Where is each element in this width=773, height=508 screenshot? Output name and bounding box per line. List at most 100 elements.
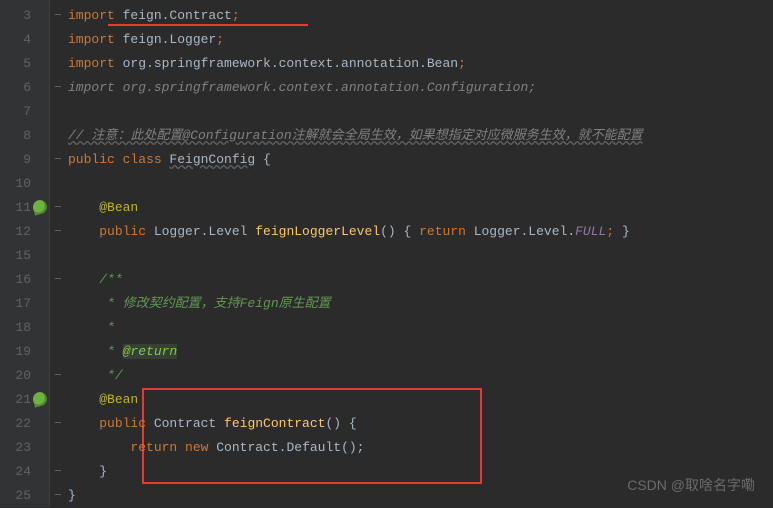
fold-indicator[interactable] — [54, 28, 68, 52]
code-token — [68, 368, 107, 383]
code-area[interactable]: −import feign.Contract; import feign.Log… — [50, 0, 773, 507]
code-line[interactable]: − public Contract feignContract() { — [54, 412, 773, 436]
fold-indicator[interactable] — [54, 52, 68, 76]
code-line[interactable]: −import feign.Contract; — [54, 4, 773, 28]
code-token: ; — [458, 56, 466, 71]
line-number: 25 — [0, 484, 49, 508]
code-token: FULL — [575, 224, 606, 239]
code-line[interactable]: − /** — [54, 268, 773, 292]
code-line[interactable]: − */ — [54, 364, 773, 388]
line-number: 7 — [0, 100, 49, 124]
code-line[interactable]: @Bean — [54, 388, 773, 412]
code-line[interactable]: − @Bean — [54, 196, 773, 220]
code-token — [68, 344, 107, 359]
code-token — [68, 464, 99, 479]
line-number: 6 — [0, 76, 49, 100]
code-line[interactable] — [54, 100, 773, 124]
code-line[interactable]: −import org.springframework.context.anno… — [54, 76, 773, 100]
code-token: Contract.Default(); — [216, 440, 364, 455]
fold-indicator[interactable]: − — [54, 484, 68, 508]
line-number: 20 — [0, 364, 49, 388]
line-number: 3 — [0, 4, 49, 28]
code-line[interactable]: import feign.Logger; — [54, 28, 773, 52]
code-token: FeignConfig — [169, 152, 255, 167]
line-number: 16 — [0, 268, 49, 292]
code-line[interactable] — [54, 244, 773, 268]
code-token — [68, 200, 99, 215]
code-token: public class — [68, 152, 169, 167]
line-number: 9 — [0, 148, 49, 172]
fold-indicator[interactable] — [54, 172, 68, 196]
code-token: * — [107, 320, 115, 335]
code-line[interactable]: * — [54, 316, 773, 340]
line-number: 23 — [0, 436, 49, 460]
code-line[interactable]: // 注意：此处配置@Configuration注解就会全局生效，如果想指定对应… — [54, 124, 773, 148]
code-line[interactable]: import org.springframework.context.annot… — [54, 52, 773, 76]
fold-indicator[interactable]: − — [54, 460, 68, 484]
code-token: import — [68, 56, 123, 71]
fold-indicator[interactable] — [54, 292, 68, 316]
code-token: import org.springframework.context.annot… — [68, 80, 536, 95]
fold-indicator[interactable]: − — [54, 268, 68, 292]
code-token: public — [99, 224, 154, 239]
line-number: 15 — [0, 244, 49, 268]
code-token: { — [255, 152, 271, 167]
line-number: 18 — [0, 316, 49, 340]
code-token: Contract — [154, 416, 224, 431]
code-token: /** — [99, 272, 122, 287]
fold-indicator[interactable]: − — [54, 148, 68, 172]
code-line[interactable]: return new Contract.Default(); — [54, 436, 773, 460]
line-number: 8 — [0, 124, 49, 148]
code-token: // 注意：此处配置@Configuration注解就会全局生效，如果想指定对应… — [68, 128, 643, 143]
code-token: org.springframework.context.annotation.B… — [123, 56, 458, 71]
fold-indicator[interactable] — [54, 388, 68, 412]
code-token — [68, 416, 99, 431]
fold-indicator[interactable]: − — [54, 364, 68, 388]
watermark: CSDN @取啥名字嘞 — [627, 475, 755, 495]
fold-indicator[interactable] — [54, 100, 68, 124]
fold-indicator[interactable]: − — [54, 220, 68, 244]
fold-indicator[interactable] — [54, 316, 68, 340]
code-token: Logger.Level — [154, 224, 255, 239]
code-token — [68, 272, 99, 287]
code-token: } — [68, 488, 76, 503]
code-line[interactable]: −public class FeignConfig { — [54, 148, 773, 172]
code-token: () { — [380, 224, 419, 239]
fold-indicator[interactable]: − — [54, 76, 68, 100]
line-number: 17 — [0, 292, 49, 316]
fold-indicator[interactable] — [54, 244, 68, 268]
line-number: 21 — [0, 388, 49, 412]
fold-indicator[interactable]: − — [54, 412, 68, 436]
code-token: } — [99, 464, 107, 479]
code-line[interactable]: * 修改契约配置，支持Feign原生配置 — [54, 292, 773, 316]
line-number: 24 — [0, 460, 49, 484]
spring-bean-icon[interactable] — [33, 392, 47, 406]
fold-indicator[interactable]: − — [54, 196, 68, 220]
code-token: import — [68, 32, 123, 47]
code-token: return new — [130, 440, 216, 455]
code-token — [68, 224, 99, 239]
fold-indicator[interactable]: − — [54, 4, 68, 28]
line-number: 22 — [0, 412, 49, 436]
code-token: * — [107, 344, 123, 359]
fold-indicator[interactable] — [54, 436, 68, 460]
fold-indicator[interactable] — [54, 124, 68, 148]
line-number: 12 — [0, 220, 49, 244]
code-editor[interactable]: 34567891011121516171819202122232425 −imp… — [0, 0, 773, 507]
code-token: import — [68, 8, 123, 23]
code-token: feign.Contract — [123, 8, 232, 23]
code-token: feign.Logger — [123, 32, 217, 47]
fold-indicator[interactable] — [54, 340, 68, 364]
code-line[interactable] — [54, 172, 773, 196]
code-line[interactable]: − public Logger.Level feignLoggerLevel()… — [54, 220, 773, 244]
code-token: */ — [107, 368, 123, 383]
code-line[interactable]: * @return — [54, 340, 773, 364]
code-token: ; — [232, 8, 240, 23]
code-token: * 修改契约配置，支持Feign原生配置 — [107, 296, 331, 311]
code-token: ; — [216, 32, 224, 47]
spring-bean-icon[interactable] — [33, 200, 47, 214]
code-token: @Bean — [99, 392, 138, 407]
line-gutter: 34567891011121516171819202122232425 — [0, 0, 50, 507]
code-token — [68, 320, 107, 335]
code-token — [68, 296, 107, 311]
